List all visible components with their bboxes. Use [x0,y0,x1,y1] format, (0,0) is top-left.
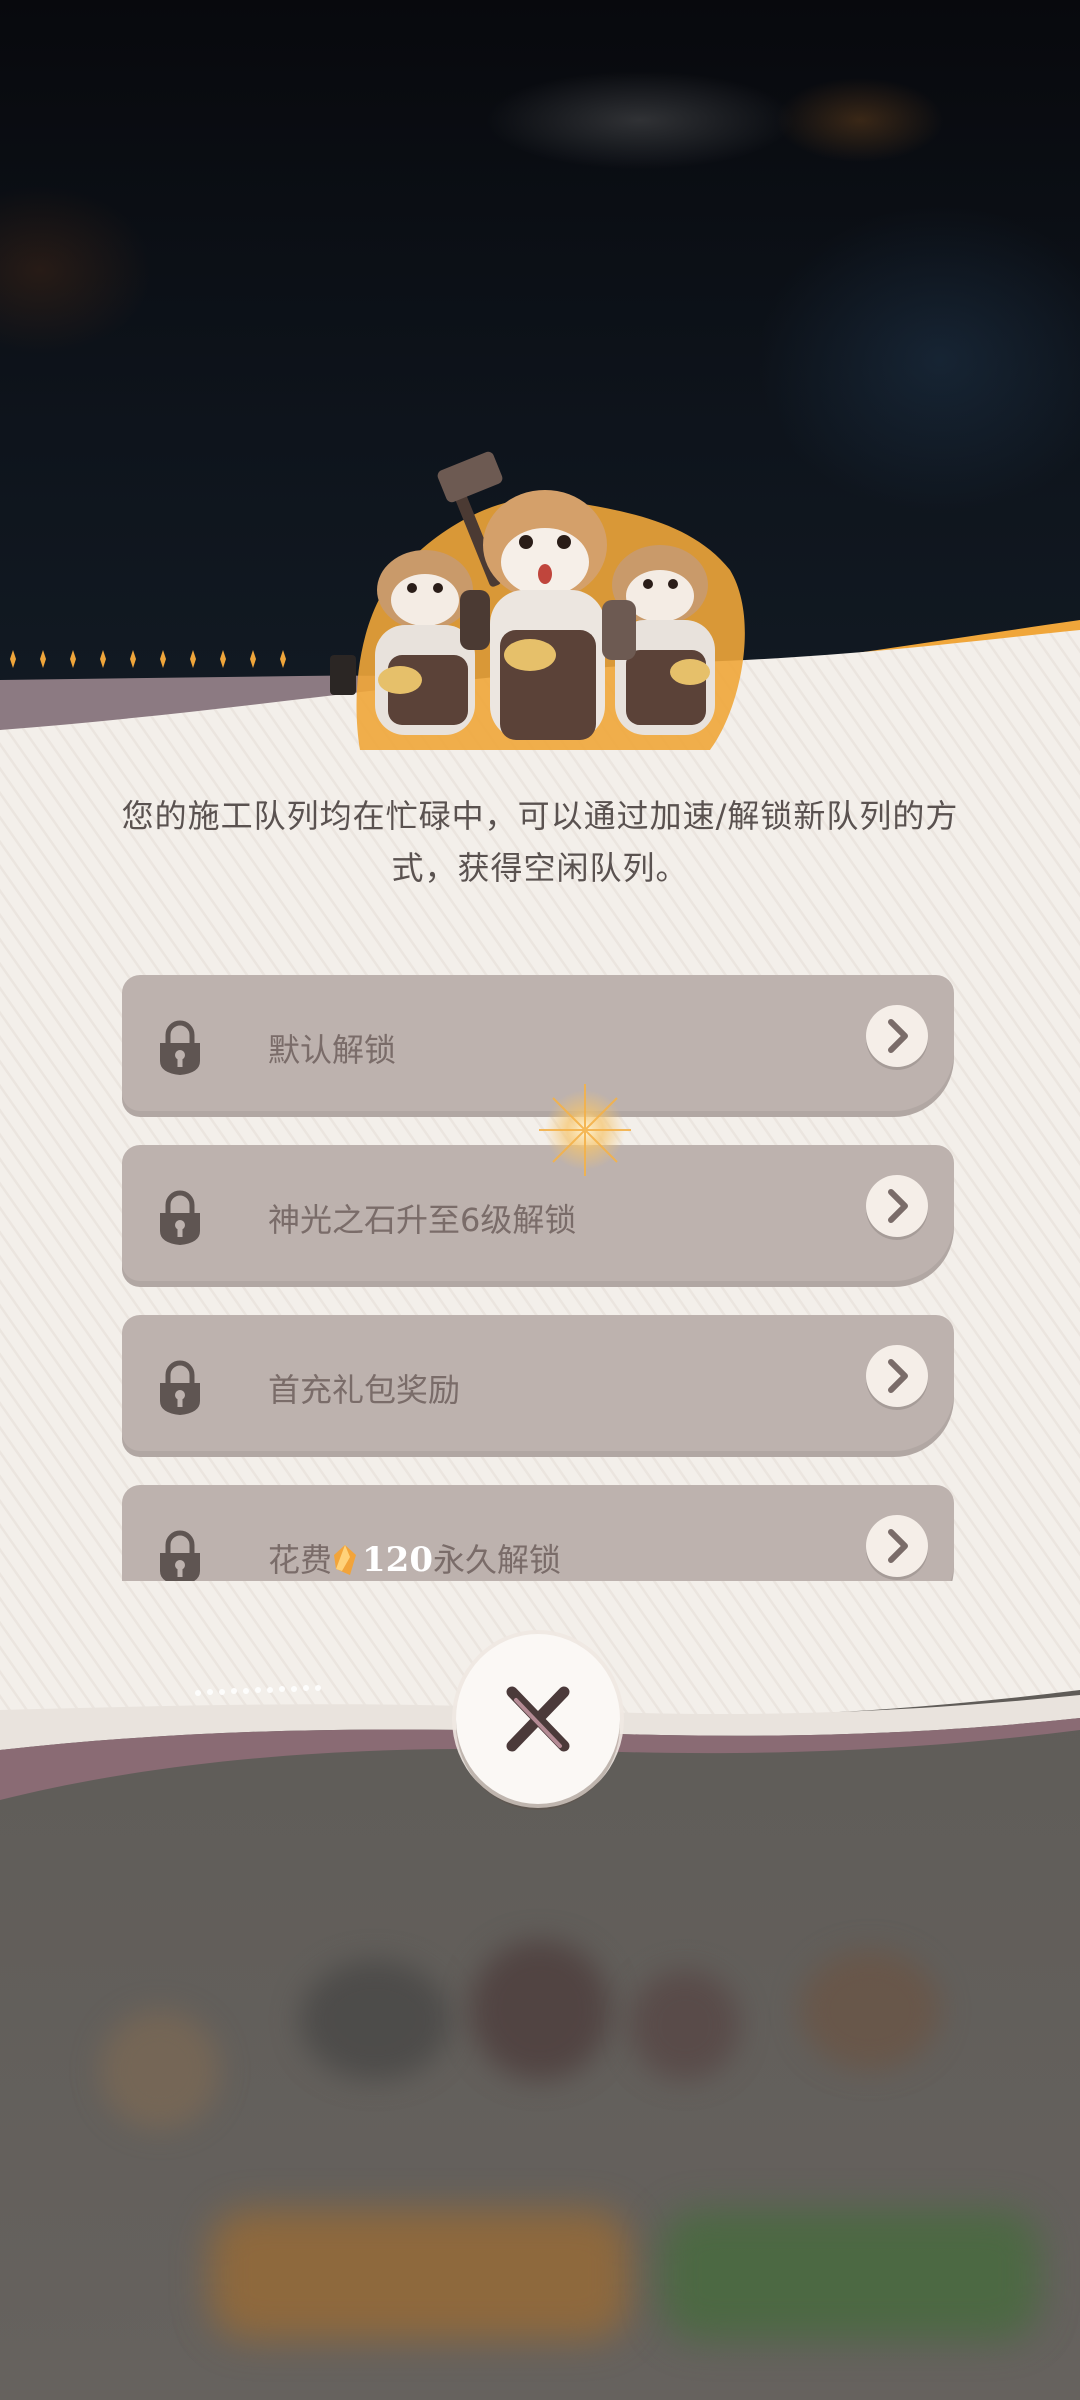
go-arrow-button[interactable] [866,1175,928,1237]
option-label: 首充礼包奖励 [268,1371,461,1409]
chevron-right-icon [888,1359,908,1393]
option-label: 神光之石升至6级解锁 [268,1201,577,1239]
sparkle-glow-effect [539,1084,631,1176]
option-label: 花费 120永久解锁 [268,1535,561,1581]
chevron-right-icon [888,1019,908,1053]
lock-icon [160,1190,200,1245]
unlock-option-first-purchase[interactable]: 首充礼包奖励 [122,1315,954,1457]
lock-icon [160,1360,200,1415]
close-button[interactable] [456,1634,620,1804]
go-arrow-button[interactable] [866,1345,928,1407]
chevron-right-icon [888,1189,908,1223]
go-arrow-button[interactable] [866,1515,928,1577]
label-suffix: 永久解锁 [433,1541,562,1579]
option-label: 默认解锁 [268,1031,397,1069]
label-prefix: 花费 [268,1541,333,1579]
close-icon [506,1686,570,1752]
sparkle-decoration [10,650,286,668]
crystal-currency-icon [334,1545,357,1575]
hamster-workers-illustration [330,451,745,750]
lock-icon [160,1020,200,1075]
dialog-message: 您的施工队列均在忙碌中，可以通过加速/解锁新队列的方式，获得空闲队列。 [121,797,959,887]
currency-amount: 120 [362,1540,433,1580]
go-arrow-button[interactable] [866,1005,928,1067]
chevron-right-icon [888,1529,908,1563]
lock-icon [160,1530,200,1581]
unlock-option-spend-currency[interactable]: 花费 120永久解锁 [122,1485,954,1581]
unlock-options-list[interactable]: 默认解锁 神光之石升至6级解锁 首充礼包奖励 花费 120永久解锁 [122,975,954,1581]
